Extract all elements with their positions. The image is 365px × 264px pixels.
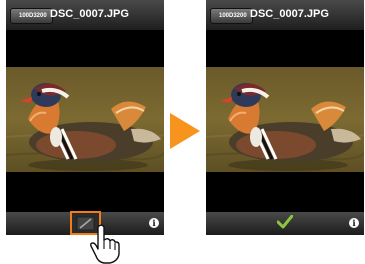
top-toolbar: 100D3200 DSC_0007.JPG xyxy=(206,0,364,31)
info-icon[interactable]: i xyxy=(149,218,159,228)
bottom-toolbar: i xyxy=(206,212,364,235)
checkmark-icon[interactable] xyxy=(277,215,293,229)
top-toolbar: 100D3200 DSC_0007.JPG xyxy=(6,0,164,31)
image-title: DSC_0007.JPG xyxy=(50,8,129,20)
duck-photo xyxy=(6,67,164,172)
arrow-right-icon xyxy=(170,113,200,149)
left-screen: 100D3200 DSC_0007.JPG i xyxy=(6,0,164,235)
info-icon[interactable]: i xyxy=(349,218,359,228)
hand-cursor-icon xyxy=(90,224,120,264)
duck-photo xyxy=(206,67,364,172)
back-button[interactable]: 100D3200 xyxy=(10,8,53,24)
image-title: DSC_0007.JPG xyxy=(250,8,329,20)
back-button[interactable]: 100D3200 xyxy=(210,8,253,24)
bottom-toolbar: i xyxy=(6,211,164,235)
right-screen: 100D3200 DSC_0007.JPG i xyxy=(206,0,364,235)
